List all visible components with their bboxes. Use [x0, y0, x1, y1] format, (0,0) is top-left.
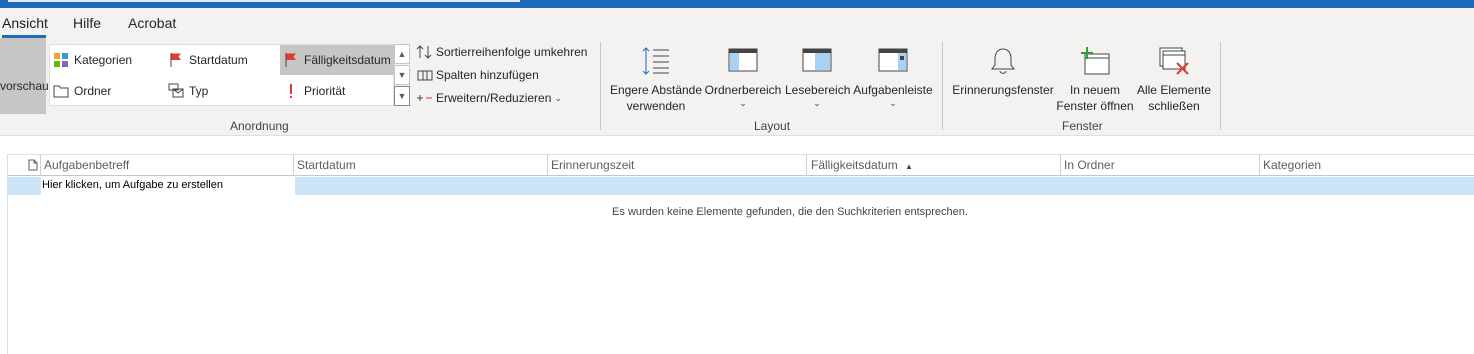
bell-icon	[951, 44, 1055, 78]
arrange-duedate[interactable]: Fälligkeitsdatum	[280, 45, 394, 75]
expand-collapse-icon	[416, 90, 434, 106]
reading-pane-button[interactable]: Lesebereich ⌄	[785, 44, 851, 108]
add-columns-icon	[416, 67, 434, 83]
arrange-folder-label: Ordner	[74, 84, 112, 98]
column-header-startdate[interactable]: Startdatum	[297, 158, 356, 172]
chevron-down-icon: ⌄	[813, 98, 821, 108]
ribbon-tabs: Ansicht Hilfe Acrobat	[0, 8, 1474, 38]
column-divider[interactable]	[1259, 155, 1260, 176]
expand-collapse-button[interactable]: Erweitern/Reduzieren ⌄	[416, 90, 562, 106]
open-new-window-button[interactable]: In neuem Fenster öffnen	[1055, 44, 1135, 114]
chevron-down-icon: ⌄	[889, 98, 897, 108]
add-columns-label: Spalten hinzufügen	[436, 68, 539, 82]
chevron-down-icon: ⌄	[554, 93, 562, 103]
gallery-more-button[interactable]: ▼	[394, 86, 410, 106]
arrange-type-label: Typ	[189, 84, 209, 98]
arrange-startdate[interactable]: Startdatum	[165, 45, 278, 75]
column-header-duedate[interactable]: Fälligkeitsdatum ▲	[811, 158, 913, 172]
red-flag-icon	[283, 52, 299, 68]
reading-pane-label: Lesebereich	[785, 83, 851, 97]
column-header-row: Aufgabenbetreff Startdatum Erinnerungsze…	[8, 154, 1474, 176]
compact-spacing-icon	[609, 44, 703, 78]
compact-spacing-label-1: Engere Abstände	[609, 83, 703, 97]
arrange-duedate-label: Fälligkeitsdatum	[304, 53, 391, 67]
chevron-down-icon: ⌄	[739, 98, 747, 108]
gallery-scroll-down[interactable]: ▼	[394, 65, 410, 85]
gallery-scroller: ▲ ▼ ▼	[394, 44, 410, 106]
tab-acrobat[interactable]: Acrobat	[128, 15, 176, 31]
todo-bar-label: Aufgabenleiste	[853, 83, 933, 97]
column-header-duedate-label: Fälligkeitsdatum	[811, 158, 898, 172]
document-icon[interactable]	[28, 159, 38, 174]
folder-pane-icon	[704, 44, 782, 78]
group-label-layout: Layout	[754, 119, 791, 133]
group-label-window: Fenster	[1062, 119, 1103, 133]
sort-ascending-icon: ▲	[905, 162, 913, 171]
arrange-priority[interactable]: Priorität	[280, 76, 394, 106]
arrange-priority-label: Priorität	[304, 84, 346, 98]
exclamation-icon	[283, 83, 299, 99]
column-header-folder[interactable]: In Ordner	[1064, 158, 1115, 172]
add-columns-button[interactable]: Spalten hinzufügen	[416, 67, 539, 83]
reverse-sort-button[interactable]: Sortierreihenfolge umkehren	[416, 44, 587, 60]
close-all-items-label-2: schließen	[1148, 99, 1200, 113]
todo-bar-icon	[851, 44, 935, 78]
ribbon: vorschau Kategorien Startdatum Fälligkei…	[0, 38, 1474, 136]
group-separator	[600, 42, 601, 130]
tab-ansicht[interactable]: Ansicht	[2, 15, 48, 31]
column-divider[interactable]	[547, 155, 548, 176]
column-divider[interactable]	[1060, 155, 1061, 176]
sort-arrows-icon	[416, 44, 434, 60]
reverse-sort-label: Sortierreihenfolge umkehren	[436, 45, 588, 59]
arrange-categories-label: Kategorien	[74, 53, 133, 67]
new-window-icon	[1055, 44, 1135, 78]
arrangement-gallery: Kategorien Startdatum Fälligkeitsdatum O…	[49, 44, 394, 106]
column-divider[interactable]	[40, 155, 41, 176]
categories-icon	[53, 52, 69, 68]
compact-spacing-button[interactable]: Engere Abstände verwenden	[609, 44, 703, 114]
close-all-items-button[interactable]: Alle Elemente schließen	[1136, 44, 1212, 114]
todo-bar-button[interactable]: Aufgabenleiste ⌄	[851, 44, 935, 108]
arrange-categories[interactable]: Kategorien	[50, 45, 163, 75]
folder-pane-label: Ordnerbereich	[704, 83, 782, 97]
folder-pane-button[interactable]: Ordnerbereich ⌄	[704, 44, 782, 108]
open-new-window-label-2: Fenster öffnen	[1056, 99, 1134, 113]
red-flag-icon	[168, 52, 184, 68]
reminders-window-label: Erinnerungsfenster	[952, 83, 1054, 97]
preview-button[interactable]: vorschau	[0, 38, 49, 114]
group-separator	[1220, 42, 1221, 130]
gallery-scroll-up[interactable]: ▲	[394, 44, 410, 64]
group-separator	[942, 42, 943, 130]
task-list: Aufgabenbetreff Startdatum Erinnerungsze…	[0, 137, 1474, 354]
group-label-arrangement: Anordnung	[230, 119, 289, 133]
reading-pane-icon	[785, 44, 849, 78]
type-icon	[168, 83, 184, 99]
column-divider[interactable]	[293, 155, 294, 176]
title-bar	[0, 0, 1474, 8]
arrange-folder[interactable]: Ordner	[50, 76, 163, 106]
column-header-subject[interactable]: Aufgabenbetreff	[44, 158, 129, 172]
column-divider[interactable]	[806, 155, 807, 176]
expand-collapse-label: Erweitern/Reduzieren	[436, 91, 552, 105]
reminders-window-button[interactable]: Erinnerungsfenster	[951, 44, 1055, 98]
compact-spacing-label-2: verwenden	[626, 99, 686, 113]
tab-hilfe[interactable]: Hilfe	[73, 15, 101, 31]
new-task-input[interactable]: Hier klicken, um Aufgabe zu erstellen	[41, 177, 295, 195]
empty-list-message: Es wurden keine Elemente gefunden, die d…	[612, 206, 968, 218]
arrange-type[interactable]: Typ	[165, 76, 278, 106]
arrange-startdate-label: Startdatum	[189, 53, 248, 67]
new-task-row[interactable]: Hier klicken, um Aufgabe zu erstellen	[8, 177, 1474, 195]
open-new-window-label-1: In neuem	[1069, 83, 1121, 97]
preview-button-label: vorschau	[0, 79, 49, 93]
column-header-reminder[interactable]: Erinnerungszeit	[551, 158, 634, 172]
folder-icon	[53, 83, 69, 99]
column-header-categories[interactable]: Kategorien	[1263, 158, 1321, 172]
search-box-edge[interactable]	[8, 0, 520, 2]
close-all-windows-icon	[1136, 44, 1212, 78]
close-all-items-label-1: Alle Elemente	[1136, 83, 1212, 97]
